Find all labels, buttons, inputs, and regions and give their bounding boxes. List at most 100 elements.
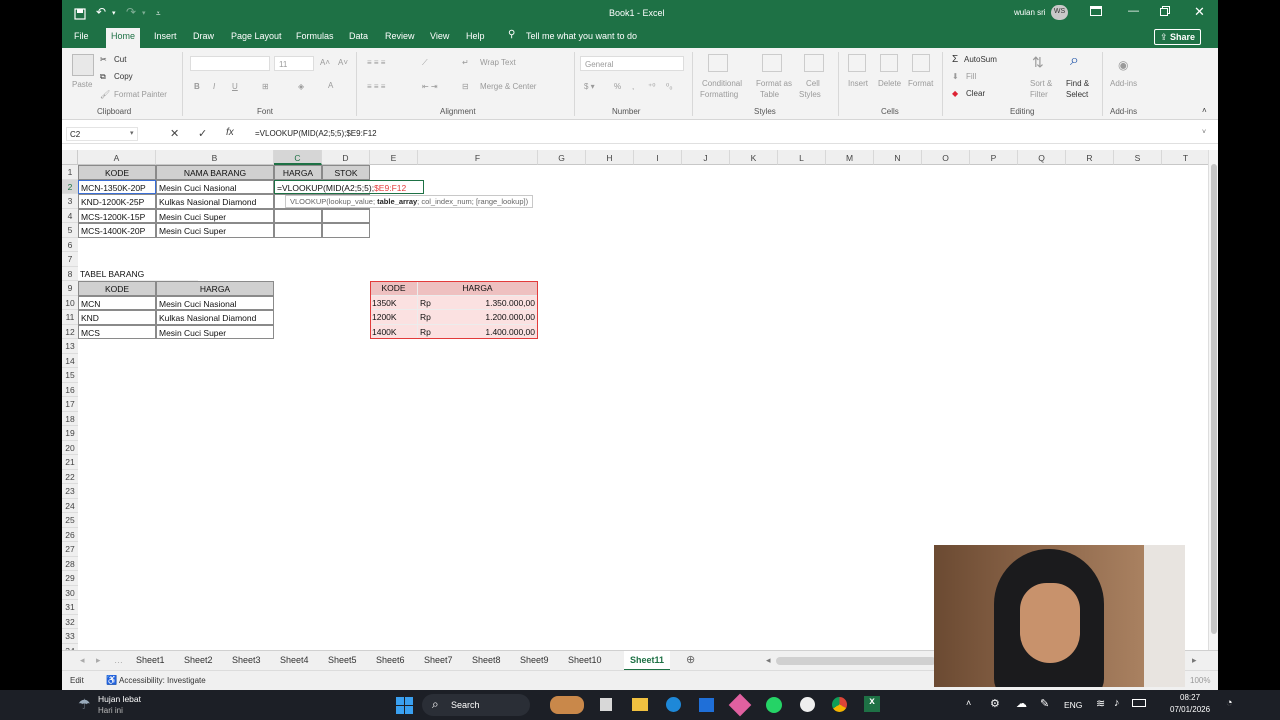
row-header-7[interactable]: 7 xyxy=(62,252,78,267)
fill-button[interactable]: Fill xyxy=(966,72,976,81)
sheet-tab-sheet4[interactable]: Sheet4 xyxy=(280,655,309,665)
tab-data[interactable]: Data xyxy=(349,31,368,41)
row-header-32[interactable]: 32 xyxy=(62,614,78,629)
table2-cell[interactable]: KND xyxy=(78,310,156,325)
wrap-text-icon[interactable]: ↵ xyxy=(462,58,469,67)
table1-header[interactable]: NAMA BARANG xyxy=(156,165,274,180)
column-header-b[interactable]: B xyxy=(156,150,274,165)
borders-icon[interactable]: ⊞ xyxy=(262,82,269,91)
function-tooltip[interactable]: VLOOKUP(lookup_value; table_array; col_i… xyxy=(285,195,534,208)
row-header-15[interactable]: 15 xyxy=(62,368,78,383)
insert-cells-button[interactable]: Insert xyxy=(848,79,868,88)
column-header-q[interactable]: Q xyxy=(1018,150,1066,165)
indent-icon[interactable]: ⇤ ⇥ xyxy=(422,82,438,91)
collapse-ribbon-icon[interactable]: ˄ xyxy=(1202,106,1207,115)
table1-cell[interactable]: Kulkas Nasional Diamond xyxy=(156,194,274,209)
format-cells-icon[interactable] xyxy=(912,54,930,72)
table1-cell[interactable]: Mesin Cuci Nasional xyxy=(156,179,274,194)
table2-header[interactable]: HARGA xyxy=(156,281,274,296)
name-box[interactable]: C2 xyxy=(66,127,138,141)
row-header-5[interactable]: 5 xyxy=(62,223,78,238)
wifi-icon[interactable]: ≋ xyxy=(1096,697,1105,710)
tell-me-search[interactable]: Tell me what you want to do xyxy=(526,31,637,41)
column-header-e[interactable]: E xyxy=(370,150,418,165)
table1-empty-cell[interactable] xyxy=(274,208,322,223)
table1-header[interactable]: STOK xyxy=(322,165,370,180)
column-header-t[interactable]: T xyxy=(1162,150,1208,165)
add-ins-icon[interactable]: ◉ xyxy=(1118,58,1128,72)
row-header-17[interactable]: 17 xyxy=(62,397,78,412)
autosum-button[interactable]: AutoSum xyxy=(964,55,997,64)
clock-time[interactable]: 08:27 xyxy=(1180,693,1200,702)
column-header-d[interactable]: D xyxy=(322,150,370,165)
comma-icon[interactable]: , xyxy=(632,82,634,91)
table1-cell[interactable]: MCS-1400K-20P xyxy=(78,223,156,238)
formula-input[interactable]: =VLOOKUP(MID(A2;5;5);$E9:F12 xyxy=(255,129,377,138)
ribbon-display-options-icon[interactable] xyxy=(1090,6,1102,18)
copilot-icon[interactable] xyxy=(728,693,752,717)
insert-function-icon[interactable]: fx xyxy=(226,127,234,138)
sheet-tab-sheet2[interactable]: Sheet2 xyxy=(184,655,213,665)
clock-date[interactable]: 07/01/2026 xyxy=(1170,705,1210,714)
cell-styles-icon[interactable] xyxy=(804,54,824,72)
cell-styles-button[interactable]: Cell xyxy=(806,79,820,88)
undo-icon[interactable]: ↶ xyxy=(96,5,106,19)
sheet-tab-sheet10[interactable]: Sheet10 xyxy=(568,655,602,665)
table2-cell[interactable]: MCN xyxy=(78,295,156,310)
merge-center-button[interactable]: Merge & Center xyxy=(480,82,536,91)
column-header-c[interactable]: C xyxy=(274,150,322,165)
task-view-icon[interactable] xyxy=(600,698,612,711)
column-header-o[interactable]: O xyxy=(922,150,970,165)
sheet-tab-sheet5[interactable]: Sheet5 xyxy=(328,655,357,665)
row-header-13[interactable]: 13 xyxy=(62,339,78,354)
cut-icon[interactable]: ✂ xyxy=(100,55,107,64)
table2-cell[interactable]: Mesin Cuci Nasional xyxy=(156,295,274,310)
format-as-table-icon[interactable] xyxy=(762,54,782,72)
accessibility-icon[interactable]: ♿ xyxy=(106,675,117,686)
volume-icon[interactable]: ♪ xyxy=(1114,697,1120,709)
find-select-icon[interactable]: ⌕ xyxy=(1070,52,1079,70)
table3-header[interactable]: KODE xyxy=(370,281,418,296)
font-size-dropdown[interactable]: 11 xyxy=(274,56,314,71)
tab-insert[interactable]: Insert xyxy=(154,31,177,41)
column-header-p[interactable]: P xyxy=(970,150,1018,165)
percent-icon[interactable]: % xyxy=(614,82,621,91)
user-avatar[interactable]: WS xyxy=(1051,5,1068,20)
paste-button[interactable]: Paste xyxy=(72,80,92,89)
underline-icon[interactable]: U xyxy=(232,82,238,91)
column-header-m[interactable]: M xyxy=(826,150,874,165)
tab-review[interactable]: Review xyxy=(385,31,415,41)
store-icon[interactable] xyxy=(699,698,714,712)
name-box-dropdown-icon[interactable]: ▾ xyxy=(130,129,134,137)
autosave-save-icon[interactable] xyxy=(74,8,86,22)
increase-font-icon[interactable]: A˄ xyxy=(320,58,330,67)
font-name-dropdown[interactable] xyxy=(190,56,270,71)
sheet-tab-sheet7[interactable]: Sheet7 xyxy=(424,655,453,665)
row-header-33[interactable]: 33 xyxy=(62,629,78,644)
number-format-dropdown[interactable]: General xyxy=(580,56,684,71)
row-header-14[interactable]: 14 xyxy=(62,353,78,368)
table2-cell[interactable]: Mesin Cuci Super xyxy=(156,324,274,339)
table1-header[interactable]: HARGA xyxy=(274,165,322,180)
select-all-corner[interactable] xyxy=(62,150,78,165)
table3-kode[interactable]: 1200K xyxy=(370,310,418,325)
row-header-30[interactable]: 30 xyxy=(62,585,78,600)
table3-price[interactable]: 1.350.000,00 xyxy=(448,295,538,310)
delete-cells-icon[interactable] xyxy=(880,54,898,72)
sheet-tab-sheet6[interactable]: Sheet6 xyxy=(376,655,405,665)
next-sheet-icon[interactable]: ▸ xyxy=(96,655,101,666)
row-header-16[interactable]: 16 xyxy=(62,382,78,397)
decrease-decimal-icon[interactable]: ⁰₀ xyxy=(666,82,673,91)
align-left-icon[interactable]: ≡ ≡ ≡ xyxy=(367,82,385,91)
column-header-r[interactable]: R xyxy=(1066,150,1114,165)
redo-icon[interactable]: ↷ xyxy=(126,5,136,19)
table2-cell[interactable]: Kulkas Nasional Diamond xyxy=(156,310,274,325)
share-button[interactable]: ⇪ Share xyxy=(1154,29,1202,45)
row-header-12[interactable]: 12 xyxy=(62,324,78,339)
tab-view[interactable]: View xyxy=(430,31,449,41)
fill-color-icon[interactable]: ◈ xyxy=(298,82,304,91)
table1-cell[interactable]: Mesin Cuci Super xyxy=(156,208,274,223)
cut-button[interactable]: Cut xyxy=(114,55,126,64)
column-header-i[interactable]: I xyxy=(634,150,682,165)
restore-icon[interactable] xyxy=(1160,6,1170,18)
